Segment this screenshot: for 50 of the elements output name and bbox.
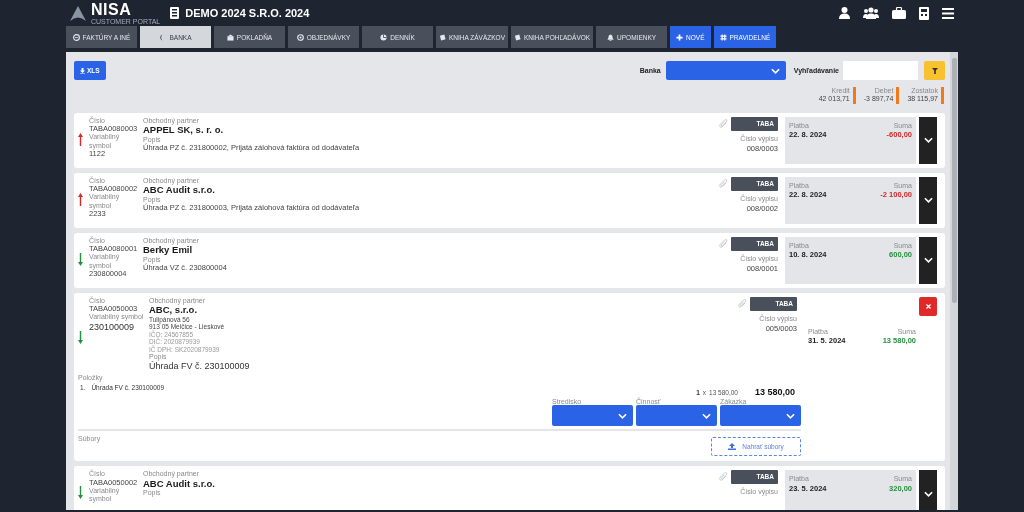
expand-button[interactable] bbox=[919, 176, 937, 224]
chevron-down-icon bbox=[923, 491, 933, 497]
partner-name: ABC Audit s.r.o. bbox=[143, 478, 216, 490]
dropdown-field[interactable] bbox=[720, 405, 801, 427]
pie-chart-icon bbox=[380, 33, 388, 41]
dropdown-field[interactable] bbox=[636, 405, 717, 427]
paperclip-icon[interactable] bbox=[719, 238, 728, 249]
chevron-down-icon bbox=[923, 197, 933, 204]
upload-icon bbox=[728, 443, 737, 451]
summary-marker bbox=[896, 87, 900, 104]
expand-button[interactable] bbox=[919, 116, 937, 164]
paperclip-icon[interactable] bbox=[719, 118, 728, 129]
user-icon[interactable] bbox=[839, 7, 850, 19]
users-icon[interactable] bbox=[863, 7, 879, 19]
menu-icon[interactable] bbox=[942, 7, 954, 19]
close-icon bbox=[925, 303, 931, 309]
partner-name: Berky Emil bbox=[143, 244, 193, 256]
search-field[interactable] bbox=[843, 61, 918, 80]
bell-icon bbox=[607, 33, 615, 41]
partner-name: APPEL SK, s. r. o. bbox=[143, 124, 225, 136]
company-name: DEMO 2024 S.R.O. 2024 bbox=[185, 7, 310, 19]
scrollbar-thumb[interactable] bbox=[951, 58, 957, 303]
plus-icon bbox=[676, 33, 684, 41]
chevron-down-icon bbox=[923, 137, 933, 144]
briefcase-icon[interactable] bbox=[892, 7, 906, 19]
summary-marker bbox=[852, 87, 856, 104]
calculator-icon[interactable] bbox=[919, 6, 929, 20]
paperclip-icon[interactable] bbox=[738, 298, 747, 309]
chevron-down-icon bbox=[923, 257, 933, 264]
variable-symbol: 230100009 bbox=[89, 321, 136, 332]
partner-name: ABC, s.r.o. bbox=[149, 304, 198, 316]
download-icon bbox=[80, 67, 85, 74]
description: Úhrada FV č. 230100009 bbox=[149, 361, 251, 372]
filter-button[interactable] bbox=[924, 61, 945, 80]
filter-icon bbox=[931, 67, 938, 74]
paperclip-icon[interactable] bbox=[719, 472, 728, 483]
chevron-down-icon bbox=[786, 413, 795, 419]
expand-button[interactable] bbox=[919, 236, 937, 284]
chevron-down-icon bbox=[702, 413, 711, 419]
partner-name: ABC Audit s.r.o. bbox=[143, 184, 216, 196]
summary-marker bbox=[941, 87, 944, 104]
paperclip-icon[interactable] bbox=[719, 178, 728, 189]
target-icon bbox=[296, 33, 304, 41]
logo-text: NISA bbox=[91, 1, 133, 18]
chevron-down-icon bbox=[618, 413, 627, 419]
chevron-down-icon bbox=[770, 67, 780, 74]
hashtag-icon bbox=[719, 33, 727, 41]
item-total: 13 580,00 bbox=[754, 387, 795, 398]
dropdown-field[interactable] bbox=[552, 405, 633, 427]
close-button[interactable] bbox=[919, 296, 937, 316]
